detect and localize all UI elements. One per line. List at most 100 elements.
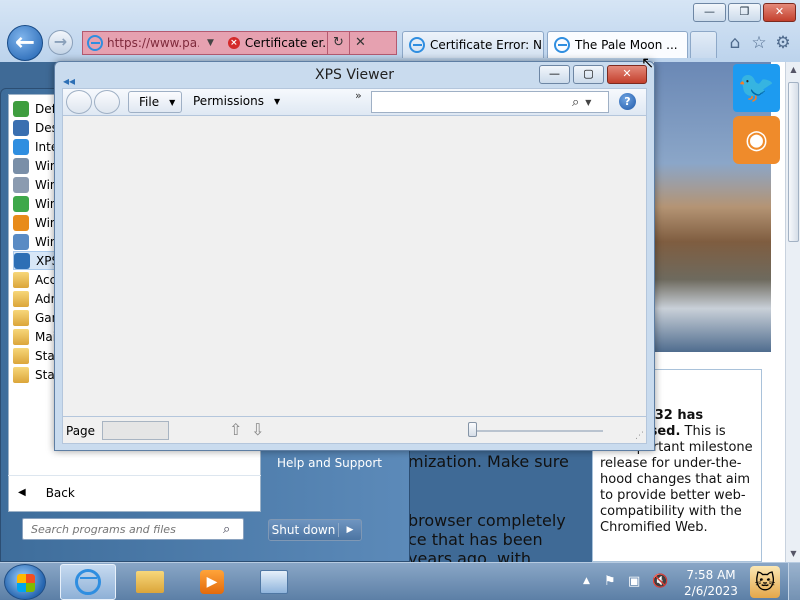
find-box[interactable]: ⌕ ▼ <box>371 91 609 113</box>
clock-time[interactable]: 7:58 AM <box>685 568 737 582</box>
rss-feed-icon[interactable]: ◉ <box>733 116 780 164</box>
xps-back-button[interactable] <box>66 90 92 114</box>
home-icon[interactable]: ⌂ <box>725 33 745 53</box>
twitter-icon[interactable]: 🐦 <box>733 64 780 112</box>
help-and-support-link[interactable]: Help and Support <box>277 456 382 470</box>
start-menu-item[interactable]: Win <box>13 156 58 175</box>
internet-explorer-icon <box>75 569 101 595</box>
start-search-input[interactable] <box>31 522 221 536</box>
start-menu-item[interactable]: Win <box>13 194 58 213</box>
taskbar-control-panel[interactable] <box>246 564 302 600</box>
windows-media-center-icon <box>13 195 29 212</box>
previous-page-icon[interactable]: ⇧ <box>229 420 242 439</box>
gear-icon[interactable]: ⚙ <box>773 33 793 53</box>
lucky-cat-tray-icon[interactable]: 🐱 <box>750 566 780 598</box>
start-menu-item[interactable]: Mai <box>13 327 56 346</box>
permissions-menu[interactable]: Permissions ▼ <box>193 94 280 108</box>
find-input[interactable] <box>376 95 572 109</box>
address-dropdown-icon[interactable]: ▼ <box>207 38 214 48</box>
folder-icon <box>13 271 29 288</box>
xps-minimize-button[interactable]: — <box>539 65 570 84</box>
chevron-down-icon: ▼ <box>273 96 281 106</box>
network-icon[interactable]: ▣ <box>628 574 640 589</box>
article-line: ce that has been <box>408 530 543 549</box>
internet-explorer-icon <box>87 35 103 51</box>
certificate-error-label[interactable]: Certificate er... <box>245 36 327 50</box>
resize-grip-icon[interactable]: ⋰ <box>635 431 644 441</box>
desktop-gadgets-icon <box>13 119 29 136</box>
xps-maximize-button[interactable]: ▢ <box>573 65 604 84</box>
new-tab-button[interactable] <box>690 31 717 58</box>
start-button[interactable] <box>4 564 46 600</box>
zoom-slider-track[interactable] <box>471 430 603 432</box>
certificate-error-icon[interactable]: × <box>227 37 240 49</box>
volume-muted-icon[interactable]: 🔇 <box>652 574 668 589</box>
control-panel-icon <box>260 570 288 594</box>
xps-status-bar: Page ⇧ ⇩ ⋰ <box>62 416 647 444</box>
show-hidden-icons-icon[interactable]: ▲ <box>583 576 590 586</box>
windows-logo-icon <box>17 574 35 592</box>
window-title: XPS Viewer <box>315 67 394 83</box>
default-programs-icon <box>13 100 29 117</box>
start-menu-item[interactable]: Gan <box>13 308 59 327</box>
article-line: mization. Make sure <box>408 452 569 471</box>
xps-toolbar: File ▼ Permissions ▼ » ⌕ ▼ ? <box>62 88 647 116</box>
internet-explorer-icon <box>13 138 29 155</box>
minimize-button[interactable]: — <box>693 3 726 22</box>
shutdown-options-icon[interactable]: ▶ <box>339 525 361 535</box>
start-menu-item[interactable]: Inte <box>13 137 58 156</box>
tab-certificate-error[interactable]: Certificate Error: N... <box>402 31 544 58</box>
find-options-icon[interactable]: ▼ <box>585 98 591 107</box>
next-page-icon[interactable]: ⇩ <box>251 420 264 439</box>
tab-close-icon[interactable]: ✕ <box>686 39 687 52</box>
scroll-up-icon[interactable]: ▲ <box>786 62 800 78</box>
windows-media-player-icon <box>13 214 29 231</box>
taskbar-media-player[interactable]: ▶ <box>184 564 240 600</box>
document-area[interactable] <box>62 116 647 416</box>
xps-viewer-window: ◂◂ XPS Viewer — ▢ ✕ File ▼ Permissions ▼… <box>54 61 655 451</box>
file-explorer-icon <box>136 571 164 593</box>
shutdown-button[interactable]: Shut down ▶ <box>268 519 362 541</box>
page-number-input[interactable] <box>102 421 169 440</box>
back-button[interactable]: ← <box>7 25 43 61</box>
favorites-star-icon[interactable]: ☆ <box>749 33 769 53</box>
toolbar-overflow-icon[interactable]: » <box>355 89 362 102</box>
start-menu-item[interactable]: Win <box>13 232 58 251</box>
taskbar-file-explorer[interactable] <box>122 564 178 600</box>
action-center-flag-icon[interactable]: ⚑ <box>604 574 616 589</box>
close-button[interactable]: ✕ <box>763 3 796 22</box>
scroll-thumb[interactable] <box>788 82 799 242</box>
maximize-button[interactable]: ❐ <box>728 3 761 22</box>
scroll-down-icon[interactable]: ▼ <box>786 546 800 562</box>
search-icon[interactable]: ⌕ <box>572 95 579 110</box>
start-menu-item[interactable]: Acc <box>13 270 56 289</box>
taskbar: ▶ ▲ ⚑ ▣ 🔇 7:58 AM 2/6/2023 🐱 <box>0 562 800 600</box>
back-row[interactable]: ◀ Back <box>8 475 261 509</box>
address-bar[interactable]: https://www.pa... ▼ × Certificate er... … <box>82 31 397 55</box>
media-player-icon: ▶ <box>200 570 224 594</box>
start-menu-item[interactable]: Win <box>13 175 58 194</box>
url-text[interactable]: https://www.pa... <box>107 36 199 50</box>
forward-button[interactable]: → <box>48 30 73 55</box>
stop-button[interactable]: ✕ <box>348 32 371 54</box>
folder-icon <box>13 347 29 364</box>
zoom-slider-thumb[interactable] <box>468 422 477 437</box>
page-label: Page <box>66 424 96 438</box>
news-body-intro: This is <box>684 424 726 439</box>
taskbar-internet-explorer[interactable] <box>60 564 116 600</box>
internet-explorer-icon <box>409 37 425 53</box>
search-icon[interactable]: ⌕ <box>223 522 230 537</box>
start-search-box[interactable]: ⌕ <box>22 518 244 540</box>
file-menu[interactable]: File ▼ <box>128 91 182 113</box>
help-icon[interactable]: ? <box>619 93 636 110</box>
page-scrollbar[interactable]: ▲ ▼ <box>785 62 800 562</box>
clock-date[interactable]: 2/6/2023 <box>682 584 740 598</box>
tab-pale-moon[interactable]: The Pale Moon ... ✕ <box>547 31 688 58</box>
folder-icon <box>13 328 29 345</box>
shutdown-label[interactable]: Shut down <box>269 523 339 537</box>
xps-forward-button[interactable] <box>94 90 120 114</box>
start-menu-item[interactable]: Win <box>13 213 58 232</box>
show-desktop-button[interactable] <box>788 563 800 600</box>
refresh-button[interactable]: ↻ <box>326 32 349 54</box>
folder-icon <box>13 290 29 307</box>
